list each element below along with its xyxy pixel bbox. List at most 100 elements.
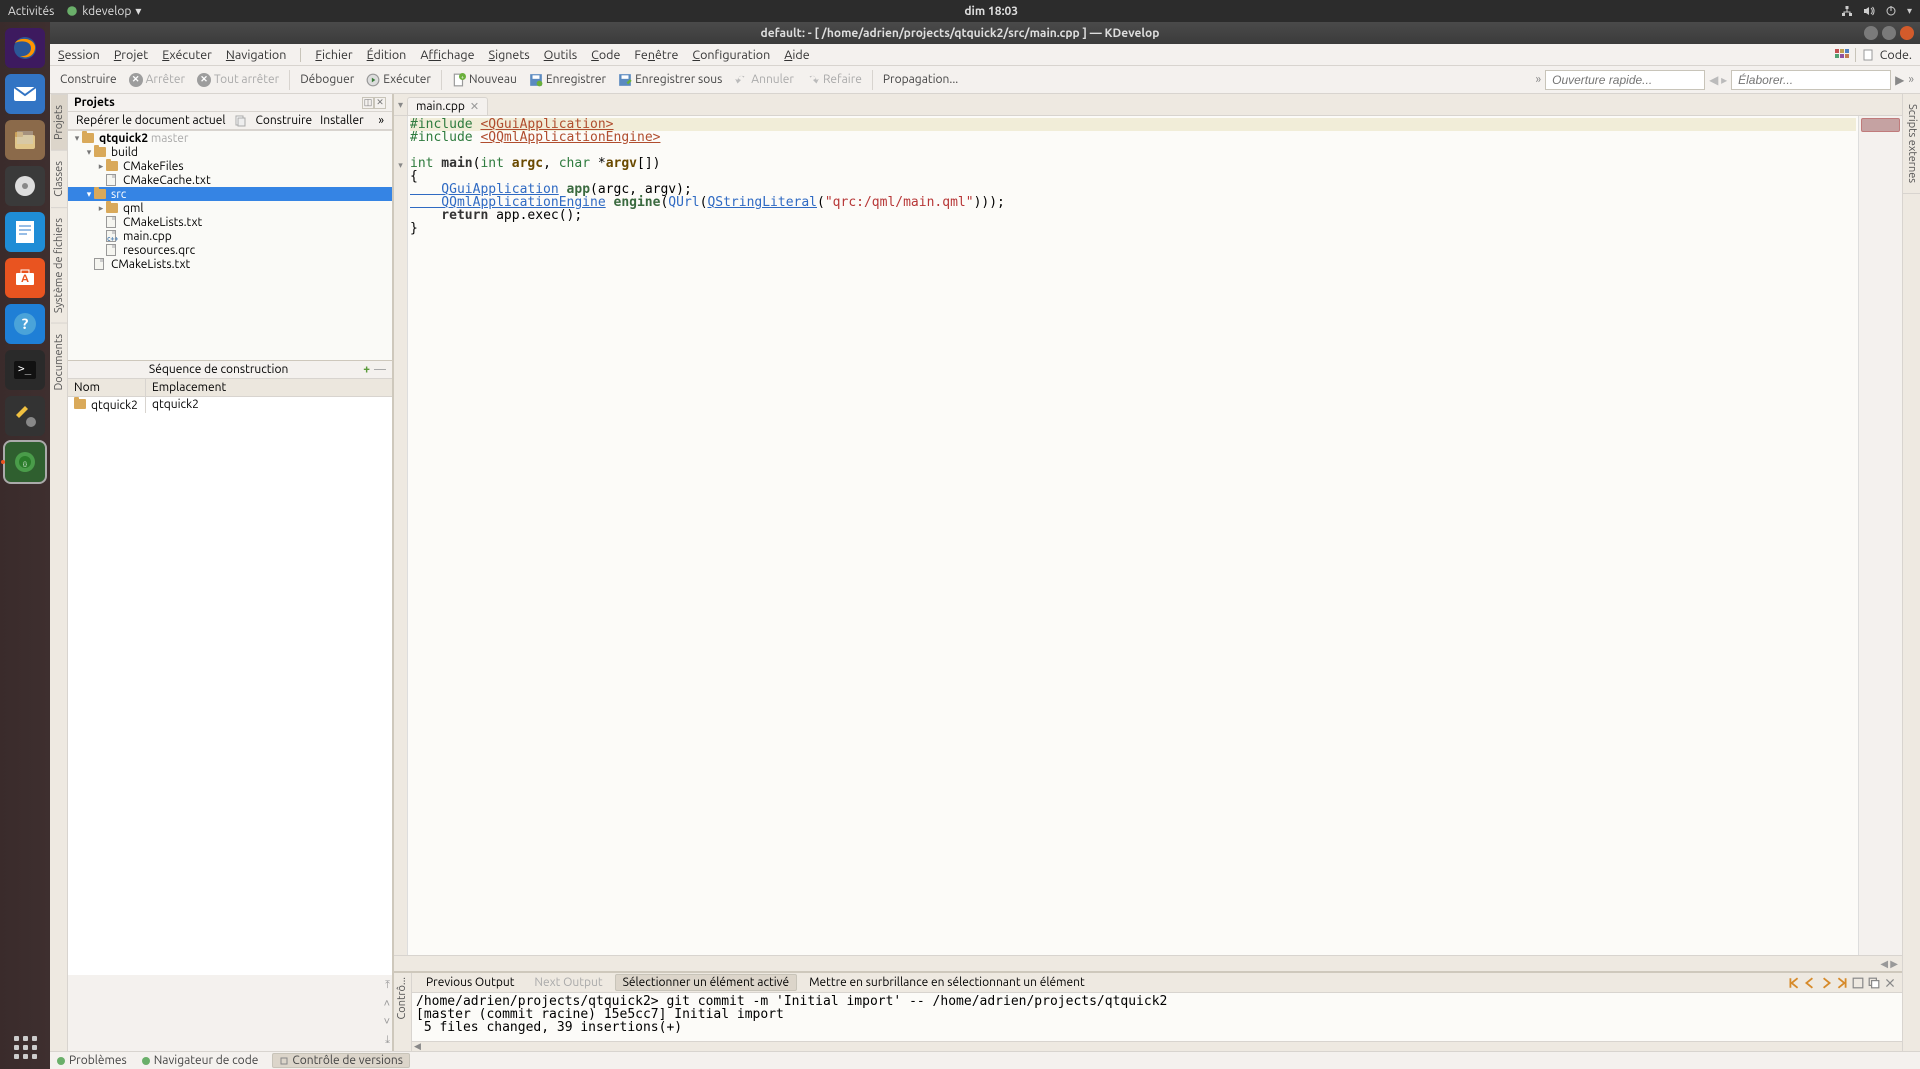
menu-aide[interactable]: Aide [784,48,809,62]
menu-affichage[interactable]: Affichage [420,48,474,62]
seq-remove-icon[interactable]: — [374,363,386,376]
nav-top-icon[interactable]: ⤒ [385,979,390,992]
nav-next-icon[interactable] [1820,977,1832,989]
propagation-button[interactable]: Propagation... [879,71,962,88]
launcher-disks[interactable] [5,166,45,206]
launcher-thunderbird[interactable] [5,74,45,114]
code-gutter[interactable]: ▾ [394,116,408,955]
close-button[interactable] [1900,26,1914,40]
tab-classes[interactable]: Classes [51,150,67,207]
menu-navigation[interactable]: Navigation [226,48,287,62]
file-tab-maincpp[interactable]: main.cpp ✕ [407,97,488,115]
menu-configuration[interactable]: Configuration [692,48,770,62]
panel-chevron[interactable]: » [378,114,384,127]
nav-last-icon[interactable] [1836,977,1848,989]
network-icon[interactable] [1841,5,1853,17]
tab-documents[interactable]: Documents [51,323,67,401]
tree-qml[interactable]: ▸qml [68,201,392,215]
tree-cmakelists1[interactable]: CMakeLists.txt [68,215,392,229]
minimap[interactable] [1858,116,1902,955]
code-area[interactable]: #include <QGuiApplication> #include <QQm… [408,116,1858,955]
nav-bottom-icon[interactable]: ⤓ [385,1034,390,1047]
build-row[interactable]: qtquick2 qtquick2 [68,397,392,413]
areas-icon[interactable] [1835,49,1849,61]
save-button[interactable]: Enregistrer [525,71,610,89]
quickopen-input[interactable] [1545,70,1705,90]
gnome-top-bar: Activités kdevelop ▾ dim 18:03 ▾ [0,0,1920,22]
status-navigateur[interactable]: Navigateur de code [141,1054,259,1067]
menu-projet[interactable]: Projet [114,48,148,62]
select-active-button[interactable]: Sélectionner un élément activé [615,974,798,991]
menu-fichier[interactable]: Fichier [315,48,352,62]
tab-filesystem[interactable]: Système de fichiers [51,207,67,323]
undock-icon[interactable]: ◫ [362,97,374,109]
launcher-terminal[interactable]: >_ [5,350,45,390]
menu-code[interactable]: Code [591,48,620,62]
tab-projets[interactable]: Projets [51,94,67,150]
clock[interactable]: dim 18:03 [141,5,1841,18]
toolbar: Construire ✕Arrêter ✕Tout arrêter Débogu… [50,66,1920,94]
output-body[interactable]: /home/adrien/projects/qtquick2> git comm… [412,993,1902,1041]
output-close-icon[interactable] [1884,977,1896,989]
menu-executer[interactable]: Exécuter [162,48,212,62]
col-emplacement[interactable]: Emplacement [146,379,232,396]
save-as-button[interactable]: Enregistrer sous [614,71,726,89]
tab-nav-down-icon[interactable]: ▾ [398,99,403,111]
menu-fenetre[interactable]: Fenêtre [634,48,678,62]
menu-session[interactable]: Session [58,48,100,62]
tab-close-icon[interactable]: ✕ [470,100,479,113]
tree-root[interactable]: ▾qtquick2 master [68,131,392,145]
app-menu[interactable]: kdevelop ▾ [66,4,141,18]
status-controle[interactable]: Contrôle de versions [272,1053,410,1068]
minimize-button[interactable] [1864,26,1878,40]
tree-cmakecache[interactable]: CMakeCache.txt [68,173,392,187]
build-button[interactable]: Construire [56,71,121,88]
editor-scrollbar[interactable]: ◀ ▶ [394,955,1902,971]
install-action[interactable]: Installer [320,114,363,127]
status-problemes[interactable]: Problèmes [56,1054,127,1067]
launcher-kdevelop[interactable]: {} [5,442,45,482]
new-button[interactable]: +Nouveau [448,71,521,89]
launcher-construction[interactable] [5,396,45,436]
prev-output-button[interactable]: Previous Output [418,974,522,991]
nav-up-icon[interactable]: ˄ [384,998,390,1010]
tree-cmakelists2[interactable]: CMakeLists.txt [68,257,392,271]
power-icon[interactable] [1885,5,1897,17]
output-copy-icon[interactable] [1868,977,1880,989]
output-detach-icon[interactable] [1852,977,1864,989]
launcher-help[interactable]: ? [5,304,45,344]
menu-signets[interactable]: Signets [489,48,530,62]
panel-close-icon[interactable]: ✕ [374,97,386,109]
tree-src[interactable]: ▾src [68,187,392,201]
tree-maincpp[interactable]: c++main.cpp [68,229,392,243]
menubar-code-area[interactable]: Code. [1880,48,1912,62]
nav-down-icon[interactable]: ˅ [384,1016,390,1028]
seq-add-icon[interactable]: + [363,363,370,376]
output-left-tab[interactable]: Contrô... [394,973,410,1023]
debug-button[interactable]: Déboguer [296,71,358,88]
activities-button[interactable]: Activités [8,5,54,18]
run-button[interactable]: Exécuter [362,71,435,89]
launcher-software[interactable]: A [5,258,45,298]
menu-edition[interactable]: Édition [367,48,407,62]
tree-cmakefiles[interactable]: ▸CMakeFiles [68,159,392,173]
tab-scripts-externes[interactable]: Scripts externes [1903,94,1920,194]
launcher-firefox[interactable] [5,28,45,68]
elaborate-input[interactable] [1731,70,1891,90]
nav-prev-icon[interactable] [1804,977,1816,989]
launcher-writer[interactable] [5,212,45,252]
col-nom[interactable]: Nom [68,379,146,396]
locate-icon[interactable] [234,115,248,127]
sound-icon[interactable] [1863,5,1875,17]
menu-outils[interactable]: Outils [544,48,578,62]
launcher-files[interactable] [5,120,45,160]
tree-build[interactable]: ▾build [68,145,392,159]
highlight-select-button[interactable]: Mettre en surbrillance en sélectionnant … [801,974,1093,991]
maximize-button[interactable] [1882,26,1896,40]
build-action[interactable]: Construire [256,114,313,127]
project-tree[interactable]: ▾qtquick2 master ▾build ▸CMakeFiles CMak… [68,130,392,360]
locate-document[interactable]: Repérer le document actuel [76,114,226,127]
tree-resources[interactable]: resources.qrc [68,243,392,257]
nav-first-icon[interactable] [1788,977,1800,989]
launcher-apps-grid[interactable] [14,1036,37,1059]
